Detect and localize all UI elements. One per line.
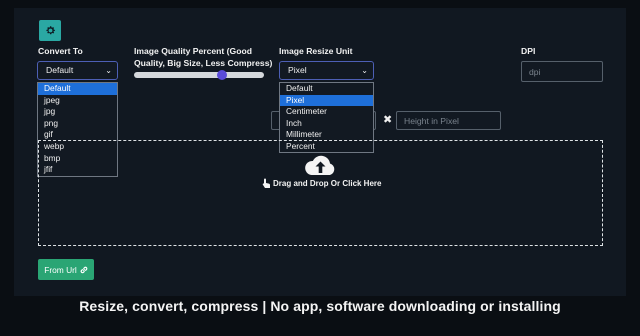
convert-option[interactable]: jpg <box>38 106 117 118</box>
gear-icon <box>45 26 55 35</box>
resize-option[interactable]: Inch <box>280 118 373 130</box>
pointer-icon <box>262 178 271 188</box>
convert-to-select[interactable]: Default ⌄ <box>37 61 118 80</box>
resize-option[interactable]: Pixel <box>280 94 373 107</box>
dpi-label: DPI <box>521 46 536 56</box>
convert-option[interactable]: png <box>38 118 117 130</box>
settings-button[interactable] <box>39 20 61 41</box>
chevron-down-icon: ⌄ <box>361 66 368 75</box>
resize-option[interactable]: Centimeter <box>280 106 373 118</box>
height-input[interactable] <box>396 111 501 130</box>
from-url-button[interactable]: From Url <box>38 259 94 280</box>
chevron-down-icon: ⌄ <box>105 66 112 75</box>
from-url-label: From Url <box>44 264 77 275</box>
quality-slider[interactable] <box>134 70 264 80</box>
resize-option[interactable]: Default <box>280 83 373 95</box>
close-icon: ✖ <box>383 114 393 126</box>
convert-option[interactable]: jpeg <box>38 95 117 107</box>
link-icon <box>80 266 88 273</box>
quality-label-line2: Quality, Big Size, Less Compress) <box>134 58 273 68</box>
convert-to-label: Convert To <box>38 46 83 56</box>
tagline: Resize, convert, compress | No app, soft… <box>79 298 561 314</box>
cloud-upload-icon <box>305 155 335 175</box>
resize-unit-select[interactable]: Pixel ⌄ <box>279 61 374 80</box>
resize-unit-selected: Pixel <box>288 65 307 75</box>
convert-to-selected: Default <box>46 65 74 75</box>
dpi-input[interactable] <box>521 61 603 82</box>
drop-zone-text: Drag and Drop Or Click Here <box>273 179 382 188</box>
resize-unit-label: Image Resize Unit <box>279 46 353 56</box>
convert-option[interactable]: Default <box>38 83 117 95</box>
